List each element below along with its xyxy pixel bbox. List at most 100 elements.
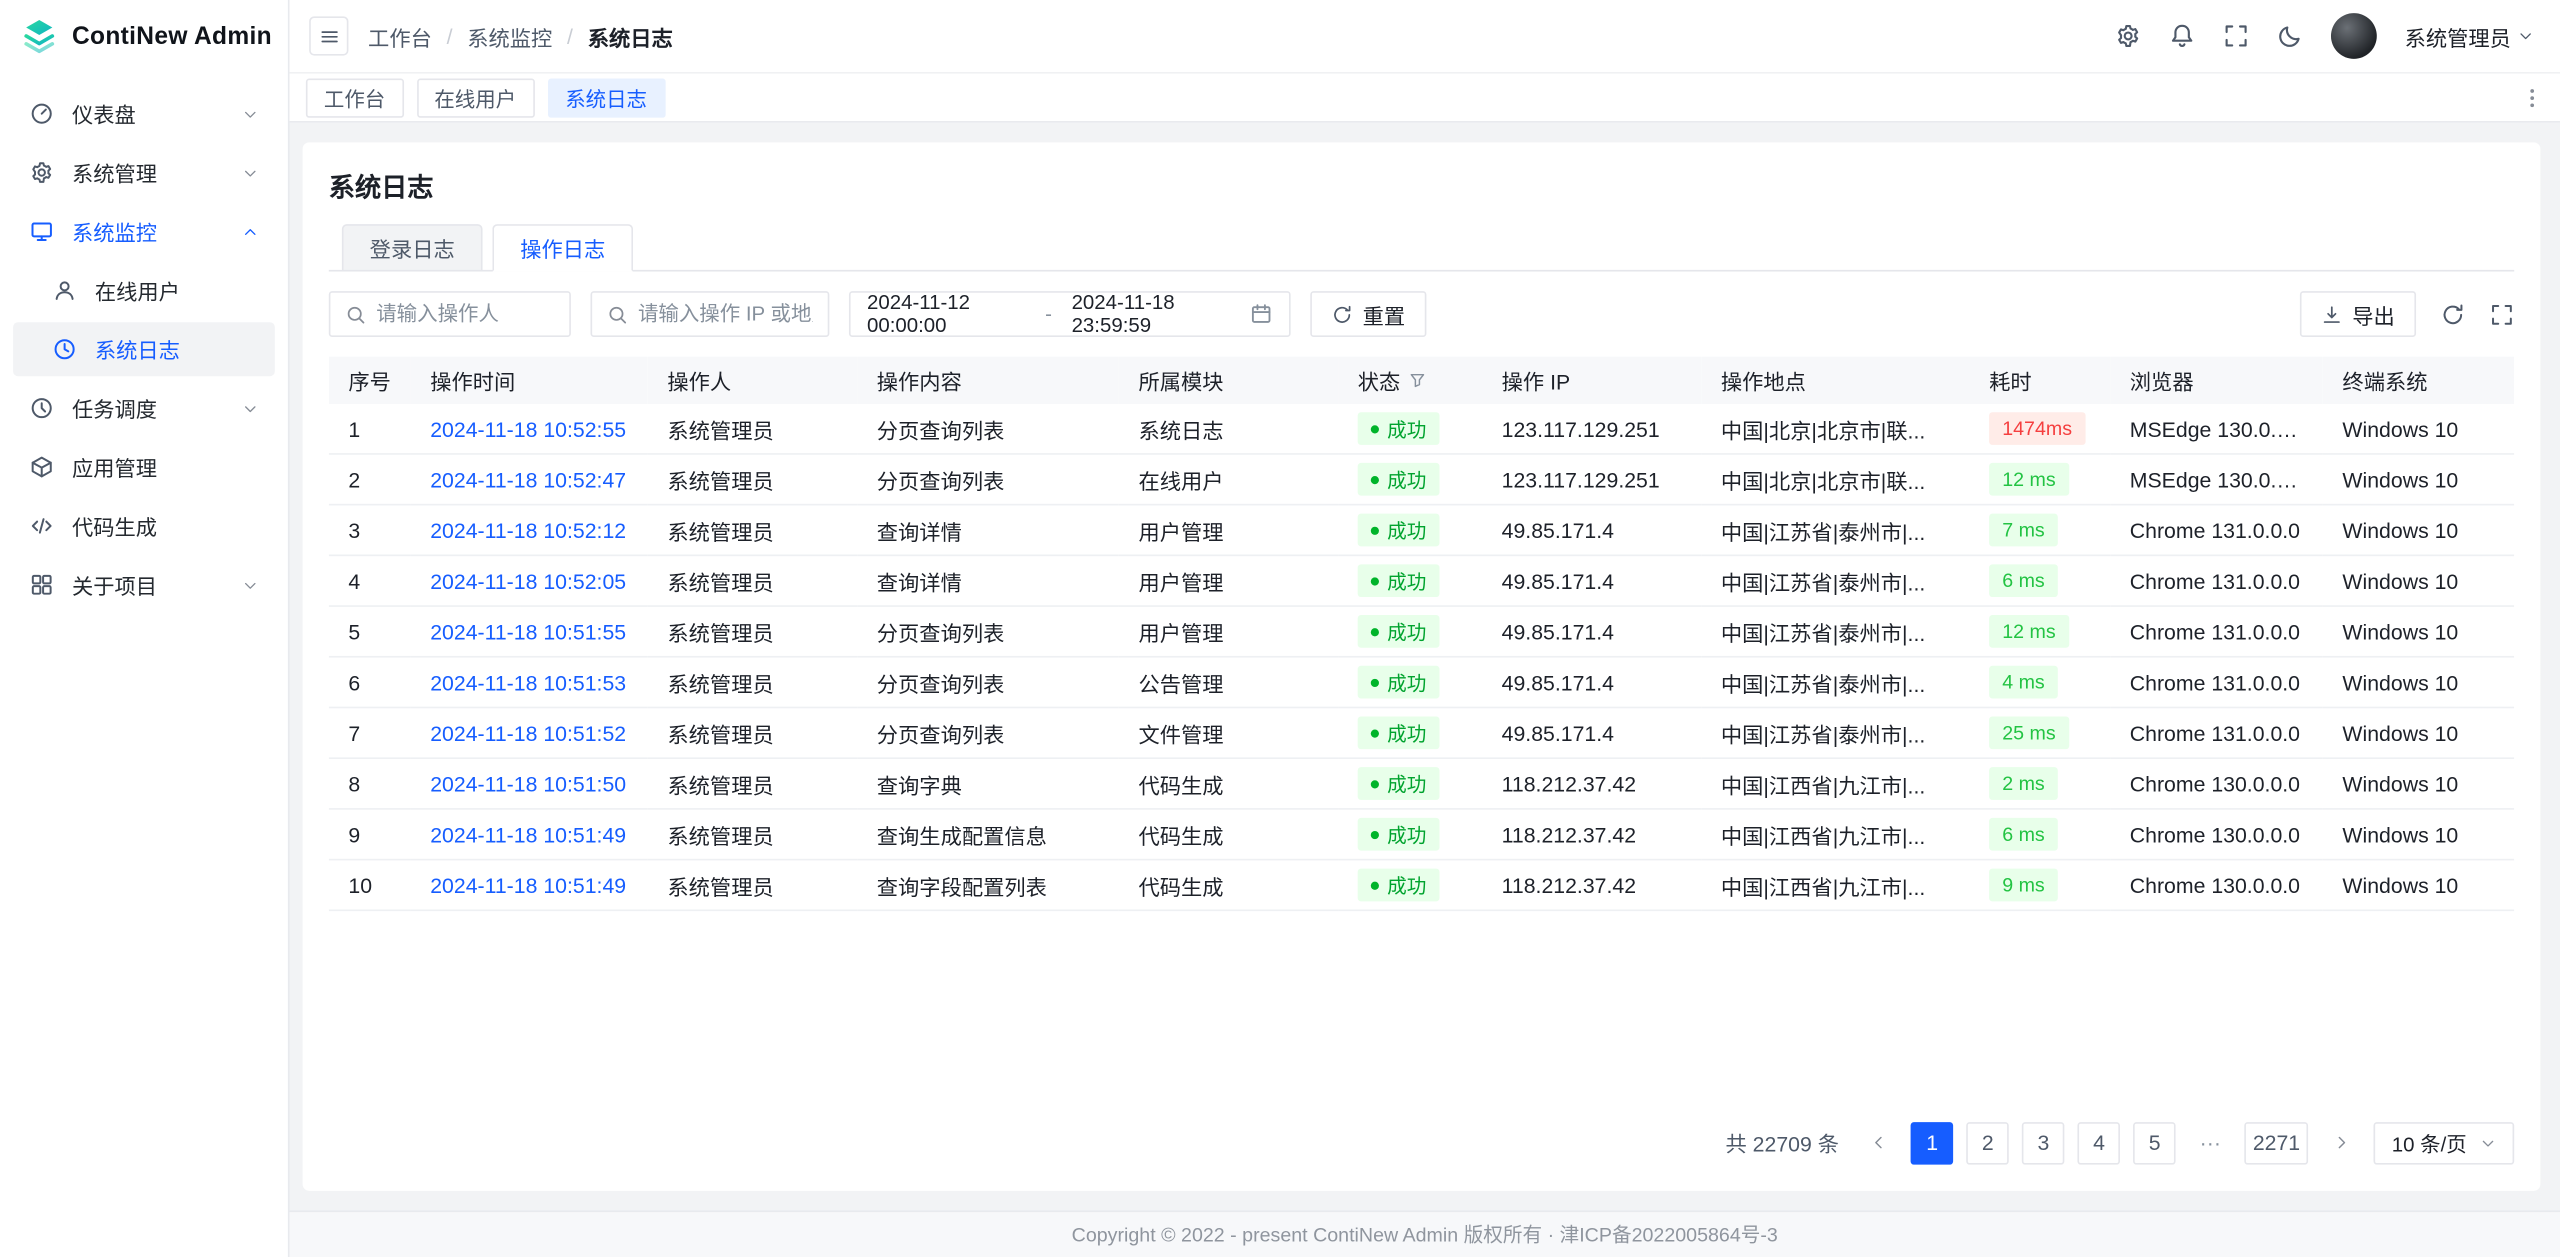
nav-tabs: 工作台 在线用户 系统日志 [306, 78, 2521, 117]
sidebar-collapse-button[interactable] [309, 16, 348, 55]
log-time-link[interactable]: 2024-11-18 10:52:12 [430, 518, 626, 543]
next-page-button[interactable] [2321, 1123, 2360, 1162]
sidebar-item[interactable]: 任务调度 [13, 381, 275, 435]
status-badge: 成功 [1358, 463, 1440, 496]
notifications-bell-icon[interactable] [2169, 23, 2195, 49]
table-fullscreen-button[interactable] [2490, 302, 2515, 327]
page-button[interactable]: 1 [1911, 1121, 1954, 1164]
breadcrumb-item[interactable]: 系统监控 / [467, 20, 587, 51]
cell-index: 9 [329, 809, 411, 860]
sidebar-item[interactable]: 关于项目 [13, 558, 275, 612]
cell-time: 2024-11-18 10:52:55 [411, 404, 648, 454]
duration-badge: 6 ms [1989, 564, 2058, 597]
cell-content: 分页查询列表 [857, 454, 1119, 505]
sidebar-item[interactable]: 系统日志 [13, 322, 275, 376]
sidebar-item[interactable]: 代码生成 [13, 499, 275, 553]
log-time-link[interactable]: 2024-11-18 10:52:05 [430, 568, 626, 593]
duration-badge: 9 ms [1989, 869, 2058, 902]
cell-duration: 6 ms [1969, 555, 2110, 606]
topbar-actions: 系统管理员 [2115, 13, 2534, 59]
breadcrumb-item[interactable]: 工作台 / [368, 20, 467, 51]
sidebar-item[interactable]: 应用管理 [13, 440, 275, 494]
ip-search-input[interactable] [638, 303, 813, 326]
log-tab-label: 操作日志 [520, 232, 605, 263]
cell-browser: Chrome 130.0.0.0 [2110, 860, 2323, 911]
cell-index: 10 [329, 860, 411, 911]
log-time-link[interactable]: 2024-11-18 10:51:50 [430, 771, 626, 796]
nav-tab-label: 工作台 [324, 82, 385, 113]
reset-button[interactable]: 重置 [1310, 291, 1426, 337]
pagination: 共 22709 条 12345···2271 10 条/页 [329, 1098, 2514, 1163]
status-badge: 成功 [1358, 615, 1440, 648]
dark-mode-moon-icon[interactable] [2277, 23, 2303, 49]
page-button[interactable]: 4 [2078, 1121, 2121, 1164]
cell-browser: Chrome 130.0.0.0 [2110, 758, 2323, 809]
log-table-wrap: 序号 操作时间 [329, 357, 2514, 1099]
log-time-link[interactable]: 2024-11-18 10:51:49 [430, 822, 626, 847]
tab-more-icon[interactable] [2521, 86, 2544, 109]
cell-status: 成功 [1338, 758, 1482, 809]
cell-ip: 49.85.171.4 [1482, 555, 1701, 606]
cell-duration: 12 ms [1969, 606, 2110, 657]
chevron-icon [242, 400, 258, 416]
sidebar-item[interactable]: 在线用户 [13, 263, 275, 317]
log-tab[interactable]: 操作日志 [492, 224, 633, 271]
cell-operator: 系统管理员 [648, 860, 857, 911]
log-time-link[interactable]: 2024-11-18 10:51:49 [430, 873, 626, 898]
nav-tab[interactable]: 系统日志 [547, 78, 665, 117]
prev-page-button[interactable] [1859, 1123, 1898, 1162]
page-title: 系统日志 [329, 165, 2514, 204]
log-time-link[interactable]: 2024-11-18 10:52:47 [430, 467, 626, 492]
status-dot-icon [1371, 830, 1379, 838]
page-button[interactable]: 3 [2022, 1121, 2065, 1164]
sidebar-item[interactable]: 仪表盘 [13, 87, 275, 141]
log-tab[interactable]: 登录日志 [342, 224, 483, 271]
date-range-picker[interactable]: 2024-11-12 00:00:00 - 2024-11-18 23:59:5… [849, 291, 1291, 337]
log-time-link[interactable]: 2024-11-18 10:51:53 [430, 670, 626, 695]
page-button[interactable]: 2271 [2245, 1121, 2309, 1164]
cell-duration: 9 ms [1969, 860, 2110, 911]
export-button[interactable]: 导出 [2300, 291, 2416, 337]
cell-ip: 118.212.37.42 [1482, 809, 1701, 860]
log-card: 系统日志 登录日志 操作日志 [303, 142, 2541, 1190]
log-time-link[interactable]: 2024-11-18 10:52:55 [430, 416, 626, 441]
logo[interactable]: ContiNew Admin [0, 0, 288, 72]
settings-icon[interactable] [2115, 23, 2141, 49]
log-time-link[interactable]: 2024-11-18 10:51:55 [430, 619, 626, 644]
status-dot-icon [1371, 577, 1379, 585]
cell-index: 8 [329, 758, 411, 809]
cell-operator: 系统管理员 [648, 606, 857, 657]
sidebar-item-icon [52, 337, 77, 362]
operator-search-input[interactable] [376, 303, 554, 326]
user-menu[interactable]: 系统管理员 [2405, 20, 2534, 51]
sidebar-item-icon [52, 278, 77, 303]
page-button[interactable]: 2 [1967, 1121, 2010, 1164]
sidebar-item-icon [29, 396, 54, 421]
refresh-icon [1332, 303, 1353, 324]
cell-browser: MSEdge 130.0.0.0 [2110, 404, 2323, 454]
nav-tab[interactable]: 工作台 [306, 78, 403, 117]
breadcrumb-item[interactable]: 系统日志 / [588, 20, 673, 51]
cell-content: 查询字段配置列表 [857, 860, 1119, 911]
nav-tab[interactable]: 在线用户 [416, 78, 534, 117]
page-button[interactable]: ··· [2189, 1121, 2232, 1164]
sidebar-item[interactable]: 系统监控 [13, 204, 275, 258]
status-dot-icon [1371, 526, 1379, 534]
status-badge: 成功 [1358, 767, 1440, 800]
status-label: 成功 [1387, 770, 1426, 798]
user-avatar[interactable] [2331, 13, 2377, 59]
table-refresh-button[interactable] [2441, 302, 2466, 327]
fullscreen-icon[interactable] [2223, 23, 2249, 49]
column-header-label: 操作人 [667, 365, 731, 396]
log-time-link[interactable]: 2024-11-18 10:51:52 [430, 721, 626, 746]
column-header-label: 操作地点 [1721, 365, 1806, 396]
sidebar-item[interactable]: 系统管理 [13, 146, 275, 200]
cell-operator: 系统管理员 [648, 404, 857, 454]
cell-index: 6 [329, 657, 411, 708]
page-button[interactable]: 5 [2133, 1121, 2176, 1164]
app-name: ContiNew Admin [72, 22, 272, 50]
chevron-icon [242, 577, 258, 593]
column-header: 操作人 [648, 357, 857, 404]
filter-icon[interactable] [1408, 371, 1426, 389]
page-size-select[interactable]: 10 条/页 [2374, 1121, 2514, 1164]
